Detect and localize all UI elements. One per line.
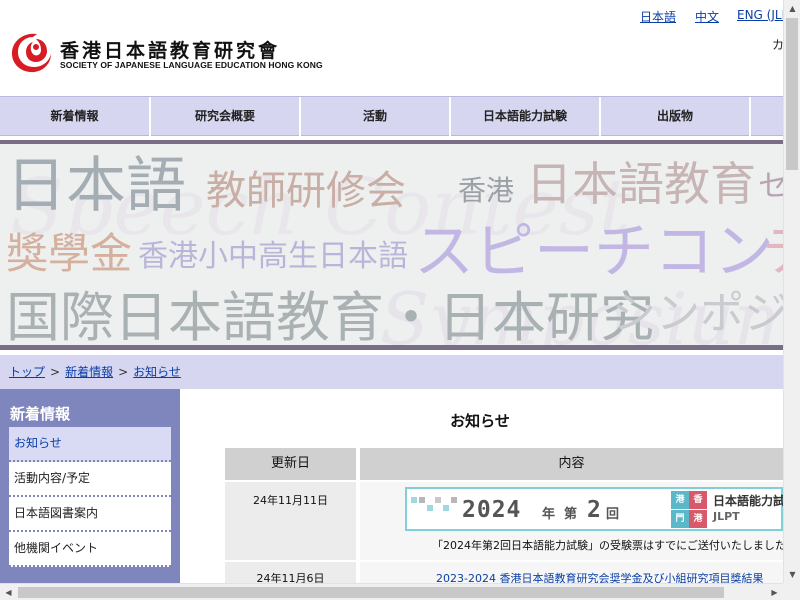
banner-row2-a: 獎學金 bbox=[6, 229, 132, 278]
society-logo-icon[interactable] bbox=[9, 30, 53, 74]
scroll-right-icon[interactable]: ▶ bbox=[766, 584, 783, 600]
header-truncated-link[interactable]: カ bbox=[772, 36, 783, 53]
scroll-up-icon[interactable]: ▲ bbox=[784, 0, 800, 17]
breadcrumb-separator: > bbox=[118, 365, 129, 379]
jlpt-name: 日本語能力試 bbox=[713, 494, 783, 508]
vertical-scrollbar[interactable]: ▲ ▼ bbox=[783, 0, 800, 583]
banner-row2-c: スピーチコン bbox=[414, 217, 774, 287]
sidebar-item-other-events[interactable]: 他機関イベント bbox=[9, 532, 171, 567]
banner-row2-d: テ bbox=[762, 220, 783, 283]
sidebar-item-notices[interactable]: お知らせ bbox=[9, 427, 171, 462]
nav-item-about[interactable]: 研究会概要 bbox=[151, 97, 301, 136]
banner-artwork: Speech Contest Symposium 日本語 教師研修会 香港 日本… bbox=[6, 151, 783, 345]
notice-text: 「2024年第2回日本語能力試験」の受験票はすでにご送付いたしました。 bbox=[432, 539, 783, 552]
jlpt-decoration-icon bbox=[411, 497, 457, 511]
jlpt-session-prefix: 第 bbox=[564, 507, 578, 522]
notice-link[interactable]: 2023-2024 香港日本語教育研究会奨学金及び小組研究項目獎結果 bbox=[436, 570, 763, 583]
logo-english-name[interactable]: SOCIETY OF JAPANESE LANGUAGE EDUCATION H… bbox=[60, 60, 323, 70]
breadcrumb-top[interactable]: トップ bbox=[9, 365, 45, 379]
lang-link-english[interactable]: ENG (JLI bbox=[737, 8, 783, 22]
breadcrumb-separator: > bbox=[50, 365, 61, 379]
table-header-content: 内容 bbox=[360, 448, 783, 480]
jlpt-tile: 港 bbox=[689, 510, 707, 528]
jlpt-year-suffix: 年 bbox=[542, 507, 556, 522]
breadcrumb: トップ > 新着情報 > お知らせ bbox=[0, 355, 783, 389]
table-header-date: 更新日 bbox=[225, 448, 356, 480]
lang-link-chinese[interactable]: 中文 bbox=[695, 8, 719, 25]
breadcrumb-notices[interactable]: お知らせ bbox=[133, 365, 181, 379]
jlpt-year: 2024 bbox=[462, 497, 522, 523]
main-nav: 新着情報 研究会概要 活動 日本語能力試験 出版物 bbox=[0, 96, 783, 136]
sidebar: 新着情報 お知らせ 活動内容/予定 日本語図書案内 他機関イベント bbox=[0, 389, 180, 583]
nav-item-news[interactable]: 新着情報 bbox=[0, 97, 151, 136]
logo-japanese-name[interactable]: 香港日本語教育研究會 bbox=[60, 36, 280, 63]
banner-row1-d: 日本語教育 bbox=[526, 157, 756, 211]
scrollbar-corner bbox=[783, 583, 800, 600]
jlpt-tile: 港 bbox=[671, 491, 689, 509]
nav-item-jlpt[interactable]: 日本語能力試験 bbox=[451, 97, 601, 136]
sidebar-title: 新着情報 bbox=[10, 405, 71, 423]
scroll-left-icon[interactable]: ◀ bbox=[0, 584, 17, 600]
page-title: お知らせ bbox=[450, 412, 510, 430]
jlpt-banner-image[interactable]: 2024 年 第 2 回 香 港 港 門 日本語能力試 JLPT bbox=[405, 487, 783, 531]
jlpt-session-number: 2 bbox=[587, 497, 601, 523]
page-viewport: 香港日本語教育研究會 SOCIETY OF JAPANESE LANGUAGE … bbox=[0, 0, 783, 583]
scroll-down-icon[interactable]: ▼ bbox=[784, 566, 800, 583]
hero-banner: Speech Contest Symposium 日本語 教師研修会 香港 日本… bbox=[0, 140, 783, 350]
site-header: 香港日本語教育研究會 SOCIETY OF JAPANESE LANGUAGE … bbox=[0, 0, 783, 96]
nav-item-activities[interactable]: 活動 bbox=[301, 97, 451, 136]
lang-link-japanese[interactable]: 日本語 bbox=[640, 8, 676, 25]
banner-row1-e: セ bbox=[758, 169, 783, 204]
sidebar-item-activities[interactable]: 活動内容/予定 bbox=[9, 462, 171, 497]
table-row-date: 24年11月11日 bbox=[225, 482, 356, 560]
banner-row1-a: 日本語 bbox=[6, 151, 186, 221]
nav-item-publications[interactable]: 出版物 bbox=[601, 97, 751, 136]
horizontal-scroll-thumb[interactable] bbox=[18, 587, 724, 598]
banner-row3-b: シンポジ bbox=[612, 288, 783, 339]
banner-row1-b: 教師研修会 bbox=[206, 168, 406, 214]
sidebar-menu: お知らせ 活動内容/予定 日本語図書案内 他機関イベント bbox=[9, 427, 171, 567]
jlpt-tile: 香 bbox=[689, 491, 707, 509]
breadcrumb-news[interactable]: 新着情報 bbox=[65, 365, 113, 379]
jlpt-tile: 門 bbox=[671, 510, 689, 528]
sidebar-item-books[interactable]: 日本語図書案内 bbox=[9, 497, 171, 532]
nav-item-truncated[interactable] bbox=[751, 97, 783, 136]
banner-row3-a: 国際日本語教育・日本研究 bbox=[6, 286, 654, 345]
jlpt-session-suffix: 回 bbox=[606, 507, 620, 522]
table-row-date: 24年11月6日 bbox=[225, 562, 356, 583]
banner-row2-b: 香港小中高生日本語 bbox=[138, 239, 408, 274]
jlpt-brand: JLPT bbox=[713, 510, 740, 523]
vertical-scroll-thumb[interactable] bbox=[786, 18, 798, 170]
banner-row1-c: 香港 bbox=[458, 174, 514, 207]
horizontal-scrollbar[interactable]: ◀ ▶ bbox=[0, 583, 783, 600]
